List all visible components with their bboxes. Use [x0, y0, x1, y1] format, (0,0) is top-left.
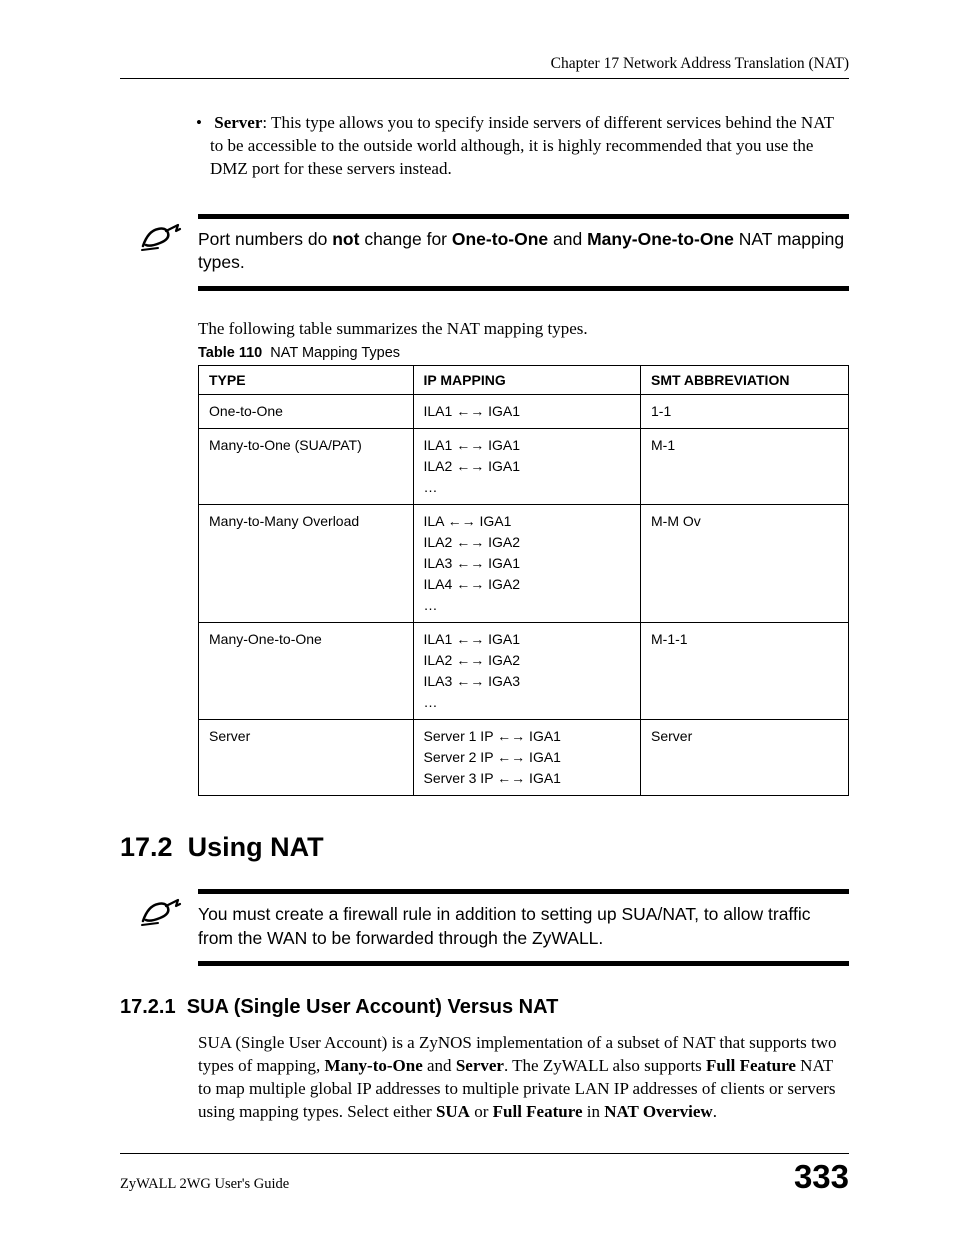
cell-abbr: 1-1 [641, 395, 849, 429]
subsec-title: SUA (Single User Account) Versus NAT [187, 996, 559, 1018]
cell-abbr: M-M Ov [641, 505, 849, 623]
table-caption: Table 110 NAT Mapping Types [198, 345, 849, 361]
sua-p3: . The ZyWALL also supports [504, 1056, 706, 1075]
nat-mapping-table: TYPE IP MAPPING SMT ABBREVIATION One-to-… [198, 365, 849, 796]
note-port-numbers: Port numbers do not change for One-to-On… [198, 214, 849, 291]
sua-p6: in [583, 1102, 605, 1121]
th-map: IP MAPPING [413, 366, 641, 395]
table-row: One-to-OneILA1 ←→ IGA11-1 [199, 395, 849, 429]
cell-type: One-to-One [199, 395, 414, 429]
sec-num: 17.2 [120, 832, 173, 862]
table-row: Many-to-Many OverloadILA ←→ IGA1ILA2 ←→ … [199, 505, 849, 623]
note1-t2: Many-One-to-One [587, 229, 734, 249]
cell-abbr: M-1-1 [641, 623, 849, 720]
sua-p5: or [470, 1102, 493, 1121]
cell-mapping: ILA1 ←→ IGA1ILA2 ←→ IGA1… [413, 429, 641, 505]
table-intro: The following table summarizes the NAT m… [198, 319, 849, 339]
footer-guide-name: ZyWALL 2WG User's Guide [120, 1176, 289, 1193]
sua-b2: Server [456, 1056, 504, 1075]
sua-b3: Full Feature [706, 1056, 796, 1075]
note1-t1: One-to-One [452, 229, 548, 249]
chapter-header: Chapter 17 Network Address Translation (… [120, 55, 849, 73]
note-firewall-rule: You must create a firewall rule in addit… [198, 889, 849, 966]
sec-title: Using NAT [188, 832, 324, 862]
note-icon [138, 896, 184, 932]
cell-abbr: M-1 [641, 429, 849, 505]
bullet-text: : This type allows you to specify inside… [210, 113, 834, 178]
th-abbr: SMT ABBREVIATION [641, 366, 849, 395]
table-caption-num: Table 110 [198, 345, 262, 361]
sua-p2: and [423, 1056, 456, 1075]
section-17-2-heading: 17.2 Using NAT [120, 832, 849, 863]
sua-p7: . [713, 1102, 717, 1121]
table-row: ServerServer 1 IP ←→ IGA1Server 2 IP ←→ … [199, 720, 849, 796]
note1-mid: change for [359, 229, 451, 249]
cell-abbr: Server [641, 720, 849, 796]
note1-and: and [548, 229, 587, 249]
cell-type: Many-to-One (SUA/PAT) [199, 429, 414, 505]
note-icon [138, 221, 184, 257]
page-footer: ZyWALL 2WG User's Guide 333 [120, 1153, 849, 1193]
section-17-2-1-heading: 17.2.1 SUA (Single User Account) Versus … [120, 996, 849, 1019]
cell-mapping: Server 1 IP ←→ IGA1Server 2 IP ←→ IGA1Se… [413, 720, 641, 796]
note1-pre: Port numbers do [198, 229, 332, 249]
footer-page-number: 333 [794, 1160, 849, 1193]
cell-type: Many-One-to-One [199, 623, 414, 720]
cell-type: Many-to-Many Overload [199, 505, 414, 623]
sua-b4: SUA [436, 1102, 470, 1121]
table-row: Many-One-to-OneILA1 ←→ IGA1ILA2 ←→ IGA2I… [199, 623, 849, 720]
th-type: TYPE [199, 366, 414, 395]
subsec-num: 17.2.1 [120, 996, 176, 1018]
sua-b6: NAT Overview [604, 1102, 712, 1121]
table-row: Many-to-One (SUA/PAT)ILA1 ←→ IGA1ILA2 ←→… [199, 429, 849, 505]
cell-mapping: ILA1 ←→ IGA1 [413, 395, 641, 429]
sua-b5: Full Feature [493, 1102, 583, 1121]
cell-mapping: ILA1 ←→ IGA1ILA2 ←→ IGA2ILA3 ←→ IGA3… [413, 623, 641, 720]
server-bullet: • Server: This type allows you to specif… [210, 112, 849, 181]
note1-not: not [332, 229, 359, 249]
table-caption-title: NAT Mapping Types [270, 345, 400, 361]
header-rule [120, 78, 849, 79]
cell-mapping: ILA ←→ IGA1ILA2 ←→ IGA2ILA3 ←→ IGA1ILA4 … [413, 505, 641, 623]
note2-text: You must create a firewall rule in addit… [198, 894, 849, 961]
sua-para: SUA (Single User Account) is a ZyNOS imp… [198, 1032, 849, 1124]
sua-b1: Many-to-One [325, 1056, 423, 1075]
cell-type: Server [199, 720, 414, 796]
bullet-label: Server [214, 113, 262, 132]
